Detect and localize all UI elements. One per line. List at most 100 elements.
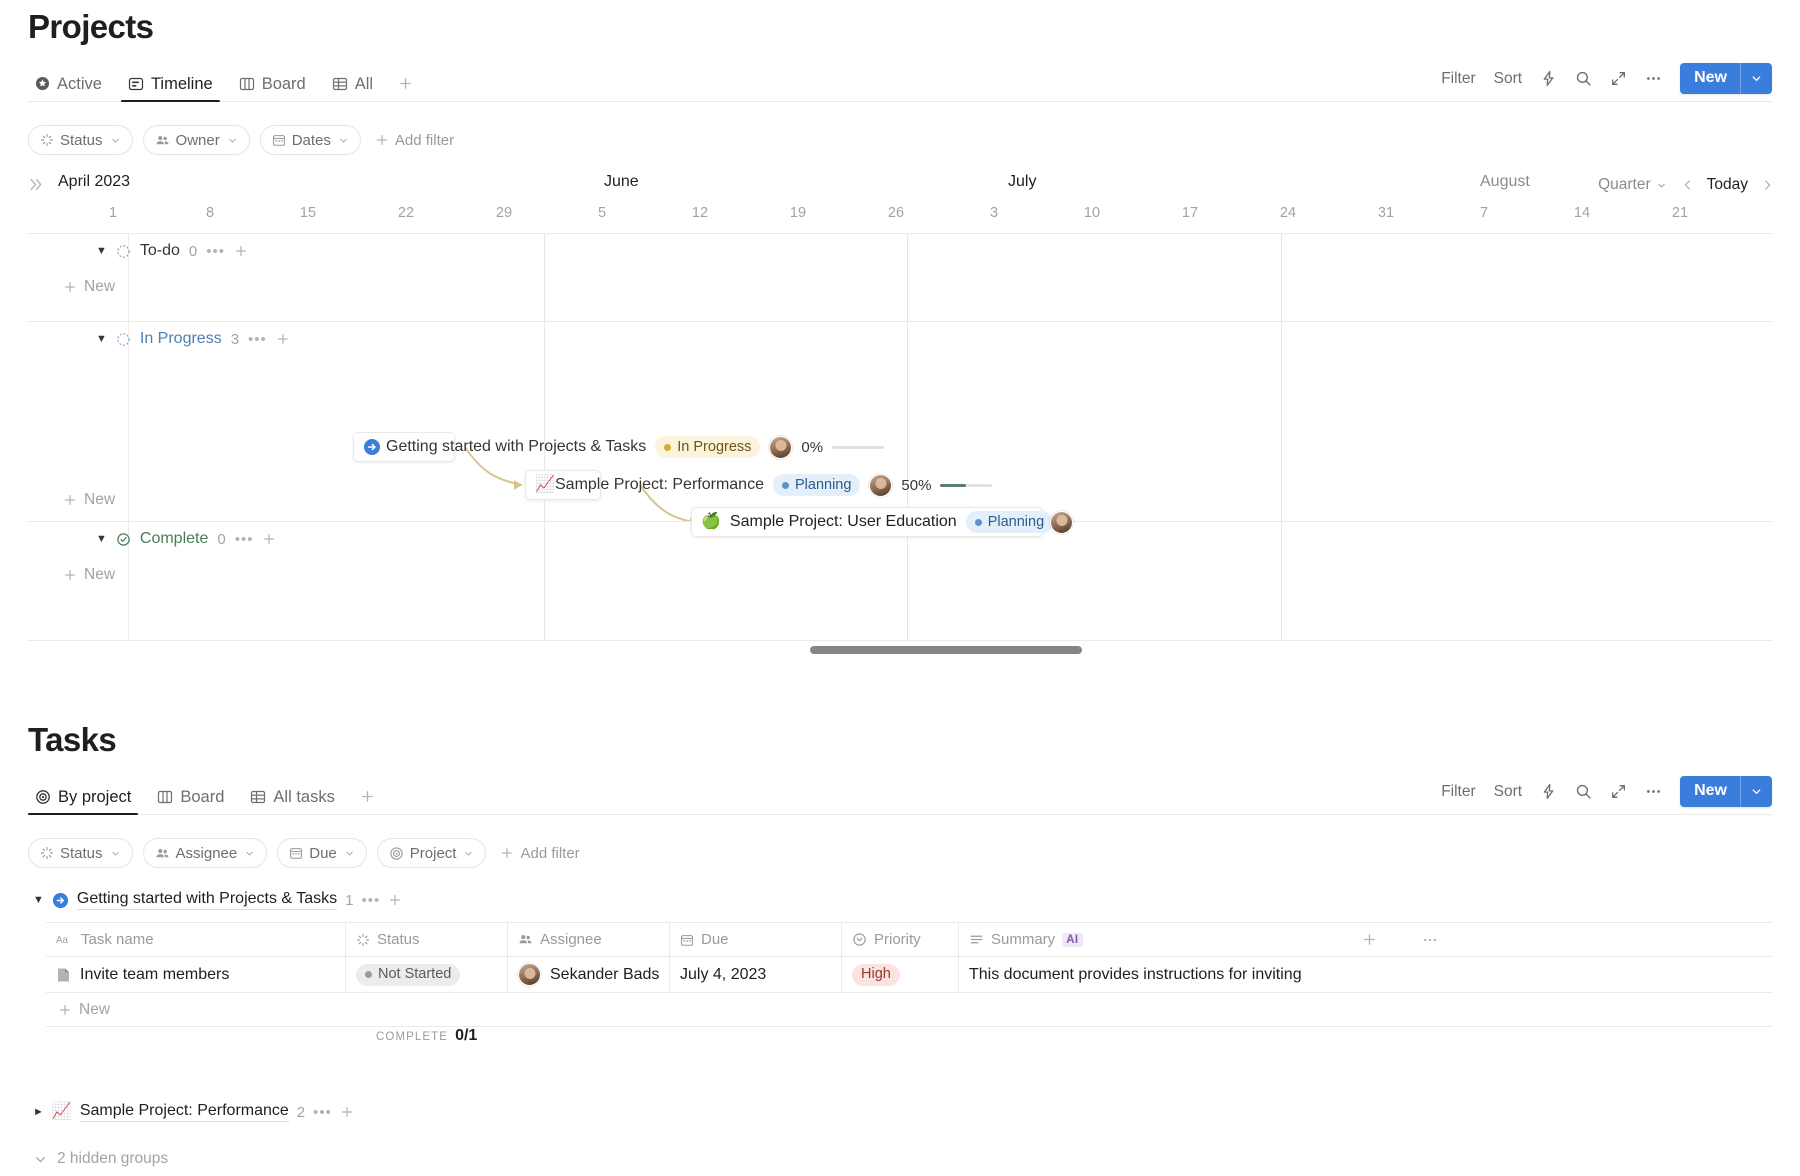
filter-chip-project[interactable]: Project [376, 838, 487, 868]
filter-button[interactable]: Filter [1433, 780, 1483, 804]
ai-badge: AI [1062, 932, 1083, 947]
tasks-title: Tasks [28, 721, 117, 758]
filter-chip-owner[interactable]: Owner [142, 125, 250, 155]
timeline-horizontal-scrollbar-thumb[interactable] [810, 646, 1082, 654]
group-new-item-button[interactable]: New [28, 566, 1772, 584]
group-collapse-caret[interactable]: ▼ [33, 894, 44, 906]
cell-priority[interactable]: High [842, 957, 959, 992]
timeline-bar-content: Sample Project: Performance Planning 50% [555, 470, 993, 500]
tab-board[interactable]: Board [150, 788, 231, 815]
group-expand-caret[interactable]: ► [33, 1106, 44, 1118]
group-more-icon[interactable]: ••• [362, 892, 381, 909]
group-more-icon[interactable]: ••• [313, 1104, 332, 1121]
tab-active[interactable]: Active [28, 75, 109, 102]
new-button-chevron-down-icon[interactable] [1740, 776, 1772, 807]
tasks-complete-summary: COMPLETE 0/1 [46, 1027, 1772, 1061]
column-header-label: Task name [81, 931, 154, 948]
new-task-button-group: New [1680, 776, 1772, 807]
summary-label: This document provides instructions for … [969, 965, 1302, 983]
sort-button[interactable]: Sort [1486, 780, 1530, 804]
cell-assignee[interactable]: Sekander Badsha [508, 957, 670, 992]
timeline-today-button[interactable]: Today [1703, 174, 1752, 196]
tasks-group-name[interactable]: Sample Project: Performance [79, 1102, 289, 1122]
sort-button[interactable]: Sort [1486, 67, 1530, 91]
filter-button[interactable]: Filter [1433, 67, 1483, 91]
timeline-next-button[interactable] [1754, 176, 1780, 194]
tab-all-tasks[interactable]: All tasks [243, 788, 341, 815]
group-add-icon[interactable] [276, 332, 290, 346]
search-icon[interactable] [1567, 65, 1600, 92]
new-button[interactable]: New [1680, 776, 1740, 807]
new-button[interactable]: New [1680, 63, 1740, 94]
group-count: 0 [217, 530, 226, 548]
projects-toolbar: Filter Sort New [1433, 63, 1772, 101]
group-new-item-button[interactable]: New [28, 278, 1772, 296]
add-column-button[interactable] [1339, 923, 1399, 956]
timeline-day: 7 [1479, 205, 1489, 221]
group-name: In Progress [139, 330, 222, 347]
filter-chip-status[interactable]: Status [28, 125, 133, 155]
add-filter-button[interactable]: Add filter [371, 132, 458, 149]
add-view-button[interactable] [392, 76, 419, 100]
filter-chip-assignee[interactable]: Assignee [142, 838, 268, 868]
tasks-new-row-button[interactable]: New [46, 993, 1772, 1027]
group-more-icon[interactable]: ••• [206, 243, 225, 260]
projects-title: Projects [28, 8, 154, 45]
column-header-status[interactable]: Status [346, 923, 508, 956]
tab-all[interactable]: All [325, 75, 380, 102]
new-button-chevron-down-icon[interactable] [1740, 63, 1772, 94]
group-add-icon[interactable] [262, 532, 276, 546]
group-collapse-caret[interactable]: ▼ [96, 533, 107, 545]
tab-board[interactable]: Board [232, 75, 313, 102]
timeline-prev-button[interactable] [1675, 176, 1701, 194]
target-icon [35, 789, 51, 805]
lightning-icon[interactable] [1532, 778, 1565, 805]
column-header-summary[interactable]: Summary AI [959, 923, 1339, 956]
timeline-horizontal-scrollbar-track[interactable] [28, 640, 1772, 658]
timeline-icon [128, 76, 144, 92]
column-header-priority[interactable]: Priority [842, 923, 959, 956]
column-header-task-name[interactable]: Aa Task name [46, 923, 346, 956]
tasks-group-name[interactable]: Getting started with Projects & Tasks [76, 890, 338, 910]
group-collapse-caret[interactable]: ▼ [96, 245, 107, 257]
group-add-icon[interactable] [388, 893, 402, 907]
group-more-icon[interactable]: ••• [248, 331, 267, 348]
search-icon[interactable] [1567, 778, 1600, 805]
filter-chip-label: Dates [291, 131, 331, 149]
cell-due[interactable]: July 4, 2023 [670, 957, 842, 992]
timeline-day: 24 [1279, 205, 1297, 221]
tab-timeline[interactable]: Timeline [120, 75, 220, 102]
more-horizontal-icon[interactable] [1637, 778, 1670, 805]
filter-chip-due[interactable]: Due [277, 838, 367, 868]
lightning-icon[interactable] [1532, 65, 1565, 92]
timeline-bar-content: Getting started with Projects & Tasks In… [386, 432, 885, 462]
cell-summary[interactable]: This document provides instructions for … [959, 957, 1339, 992]
group-add-icon[interactable] [234, 244, 248, 258]
cell-status[interactable]: Not Started [346, 957, 508, 992]
hidden-groups-toggle[interactable]: 2 hidden groups [33, 1150, 168, 1168]
cell-task-name[interactable]: Invite team members [46, 957, 346, 992]
timeline-day: 12 [691, 205, 709, 221]
table-row[interactable]: Invite team members Not Started Sekander… [46, 957, 1772, 993]
filter-chip-status[interactable]: Status [28, 838, 133, 868]
filter-chip-dates[interactable]: Dates [259, 125, 361, 155]
group-name: To-do [139, 242, 180, 259]
group-new-item-button[interactable]: New [28, 491, 115, 509]
timeline-zoom-label: Quarter [1598, 176, 1651, 193]
avatar [869, 473, 893, 497]
text-aa-icon: Aa [56, 933, 74, 946]
add-filter-button[interactable]: Add filter [496, 845, 583, 862]
expand-icon[interactable] [1602, 65, 1635, 92]
add-view-button[interactable] [354, 789, 381, 813]
projects-view-tabbar: Active Timeline Board All Filter Sort Ne… [28, 63, 1772, 102]
expand-icon[interactable] [1602, 778, 1635, 805]
column-header-assignee[interactable]: Assignee [508, 923, 670, 956]
group-more-icon[interactable]: ••• [235, 531, 254, 548]
tab-by-project[interactable]: By project [28, 788, 139, 815]
more-horizontal-icon[interactable] [1637, 65, 1670, 92]
timeline-zoom-select[interactable]: Quarter [1592, 174, 1673, 196]
group-collapse-caret[interactable]: ▼ [96, 333, 107, 345]
column-options-more-horizontal-icon[interactable] [1399, 923, 1459, 956]
group-add-icon[interactable] [340, 1105, 354, 1119]
column-header-due[interactable]: Due [670, 923, 842, 956]
